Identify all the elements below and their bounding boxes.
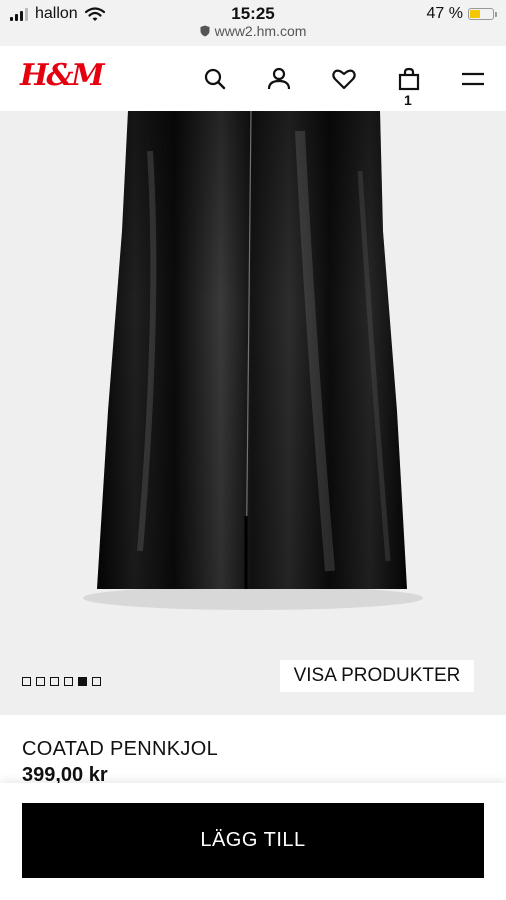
shopping-bag-icon[interactable] — [396, 66, 422, 92]
pagination-dot[interactable] — [22, 677, 31, 686]
battery-level — [470, 10, 481, 18]
bag-count: 1 — [404, 92, 412, 108]
pagination-dot[interactable] — [50, 677, 59, 686]
add-to-bag-button[interactable]: LÄGG TILL — [22, 803, 484, 878]
pagination-dot[interactable] — [78, 677, 87, 686]
add-to-bag-bar: LÄGG TILL — [0, 783, 506, 900]
hm-logo[interactable]: H&M — [20, 58, 105, 93]
heart-icon[interactable] — [331, 66, 357, 92]
product-image — [83, 111, 423, 610]
menu-icon[interactable] — [460, 66, 486, 92]
image-pagination[interactable] — [22, 677, 101, 686]
account-icon[interactable] — [266, 66, 292, 92]
product-gallery[interactable]: VISA PRODUKTER — [0, 111, 506, 715]
product-name: COATAD PENNKJOL — [22, 738, 219, 760]
url-text: www2.hm.com — [214, 23, 307, 39]
address-bar[interactable]: www2.hm.com — [0, 23, 506, 39]
show-products-button[interactable]: VISA PRODUKTER — [280, 660, 474, 692]
pagination-dot[interactable] — [92, 677, 101, 686]
shield-icon — [200, 25, 210, 37]
status-bar: hallon 15:25 www2.hm.com 47 % — [0, 0, 506, 46]
site-header: H&M 1 — [0, 46, 506, 111]
pagination-dot[interactable] — [36, 677, 45, 686]
battery-icon — [468, 8, 497, 20]
pagination-dot[interactable] — [64, 677, 73, 686]
status-right: 47 % — [426, 5, 497, 23]
battery-percent: 47 % — [426, 5, 463, 22]
search-icon[interactable] — [202, 66, 228, 92]
